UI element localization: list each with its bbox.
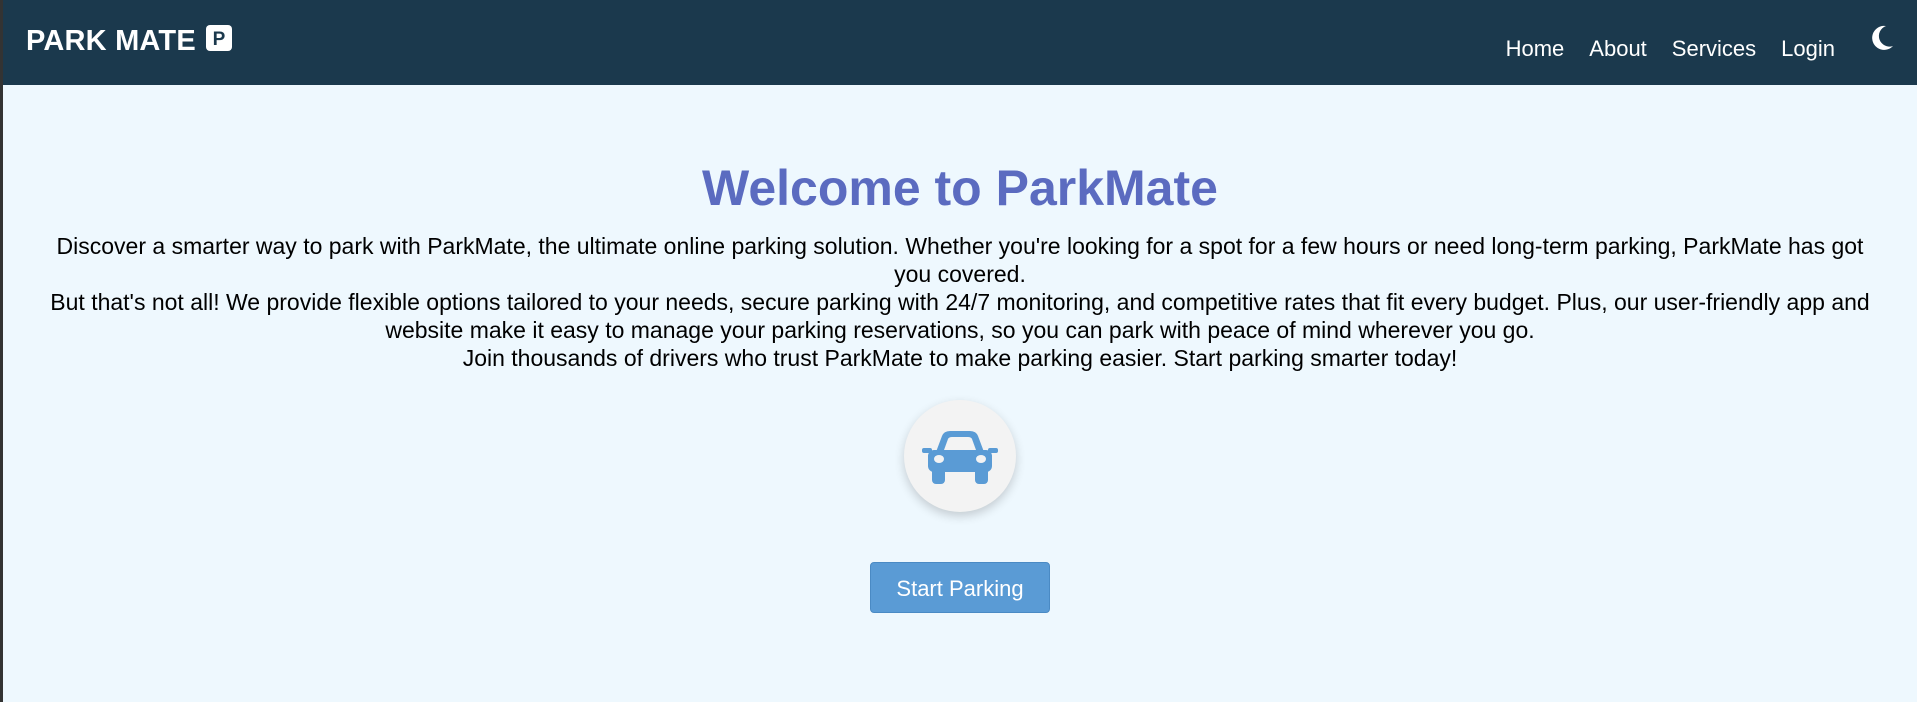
nav-home-link[interactable]: Home xyxy=(1506,36,1565,62)
nav-links: Home About Services Login xyxy=(1481,24,1895,62)
nav-services-link[interactable]: Services xyxy=(1672,36,1756,62)
car-icon xyxy=(922,431,998,484)
navbar: PARK MATE P Home About Services Login xyxy=(3,0,1917,85)
brand[interactable]: PARK MATE P xyxy=(26,24,232,58)
nav-about-link[interactable]: About xyxy=(1589,36,1647,62)
svg-text:P: P xyxy=(212,29,225,48)
hero-paragraph-3: Join thousands of drivers who trust Park… xyxy=(462,345,1458,371)
hero-paragraph-1: Discover a smarter way to park with Park… xyxy=(56,233,1864,287)
hero-section: Welcome to ParkMate Discover a smarter w… xyxy=(3,85,1917,613)
brand-name: PARK MATE xyxy=(26,25,196,57)
parking-logo-icon: P xyxy=(205,24,232,51)
hero-paragraph-2: But that's not all! We provide flexible … xyxy=(50,289,1870,343)
hero-title: Welcome to ParkMate xyxy=(702,160,1218,216)
nav-login-link[interactable]: Login xyxy=(1781,36,1835,62)
car-icon-badge xyxy=(904,400,1016,512)
moon-icon[interactable] xyxy=(1869,24,1895,52)
hero-description: Discover a smarter way to park with Park… xyxy=(50,232,1870,372)
start-parking-button[interactable]: Start Parking xyxy=(870,562,1050,613)
